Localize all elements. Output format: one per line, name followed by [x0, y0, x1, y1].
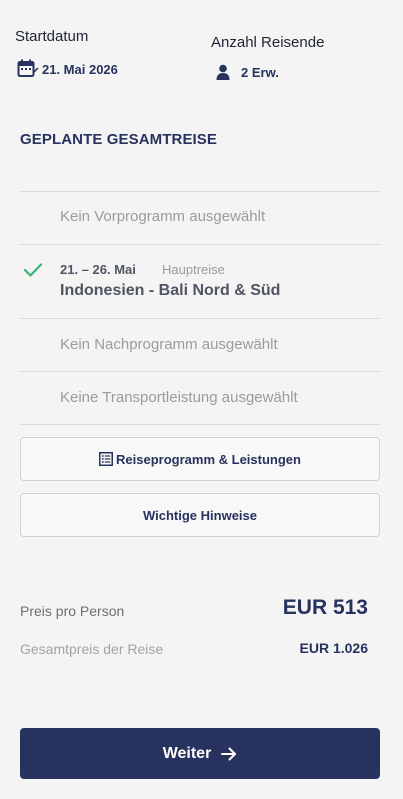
- next-label: Weiter: [162, 744, 212, 762]
- transport-item[interactable]: Keine Transportleistung ausgewählt: [60, 389, 298, 406]
- arrow-right-icon: [221, 747, 237, 761]
- start-date-value: 21. Mai 2026: [42, 61, 118, 77]
- price-per-person-label: Preis pro Person: [20, 603, 125, 619]
- person-icon: [216, 64, 230, 80]
- total-price-label: Gesamtpreis der Reise: [20, 641, 164, 657]
- divider: [20, 191, 380, 192]
- program-services-button[interactable]: Reiseprogramm & Leistungen: [20, 437, 380, 481]
- total-price-value: EUR 1.026: [299, 640, 368, 656]
- post-program-item[interactable]: Kein Nachprogramm ausgewählt: [60, 336, 278, 353]
- checkmark-icon: [23, 262, 43, 283]
- travelers-selector[interactable]: 2 Erw.: [216, 64, 279, 80]
- price-per-person-value: EUR 513: [282, 596, 368, 619]
- main-trip-tag: Hauptreise: [162, 262, 225, 277]
- divider: [20, 318, 380, 319]
- divider: [20, 424, 380, 425]
- divider: [20, 244, 380, 245]
- notes-button[interactable]: Wichtige Hinweise: [20, 493, 380, 537]
- section-title: GEPLANTE GESAMTREISE: [20, 131, 218, 148]
- pre-program-item[interactable]: Kein Vorprogramm ausgewählt: [60, 208, 265, 225]
- start-date-selector[interactable]: 21. Mai 2026: [17, 59, 118, 79]
- travelers-value: 2 Erw.: [241, 64, 279, 80]
- document-list-icon: [99, 452, 114, 466]
- divider: [20, 371, 380, 372]
- notes-label: Wichtige Hinweise: [142, 507, 258, 523]
- calendar-icon: [17, 59, 39, 79]
- main-trip-dates: 21. – 26. Mai: [60, 262, 136, 277]
- next-button[interactable]: Weiter: [20, 728, 380, 779]
- program-services-label: Reiseprogramm & Leistungen: [116, 451, 301, 467]
- start-date-label: Startdatum: [15, 28, 89, 45]
- travelers-label: Anzahl Reisende: [211, 34, 325, 51]
- main-trip-title[interactable]: Indonesien - Bali Nord & Süd: [60, 282, 280, 300]
